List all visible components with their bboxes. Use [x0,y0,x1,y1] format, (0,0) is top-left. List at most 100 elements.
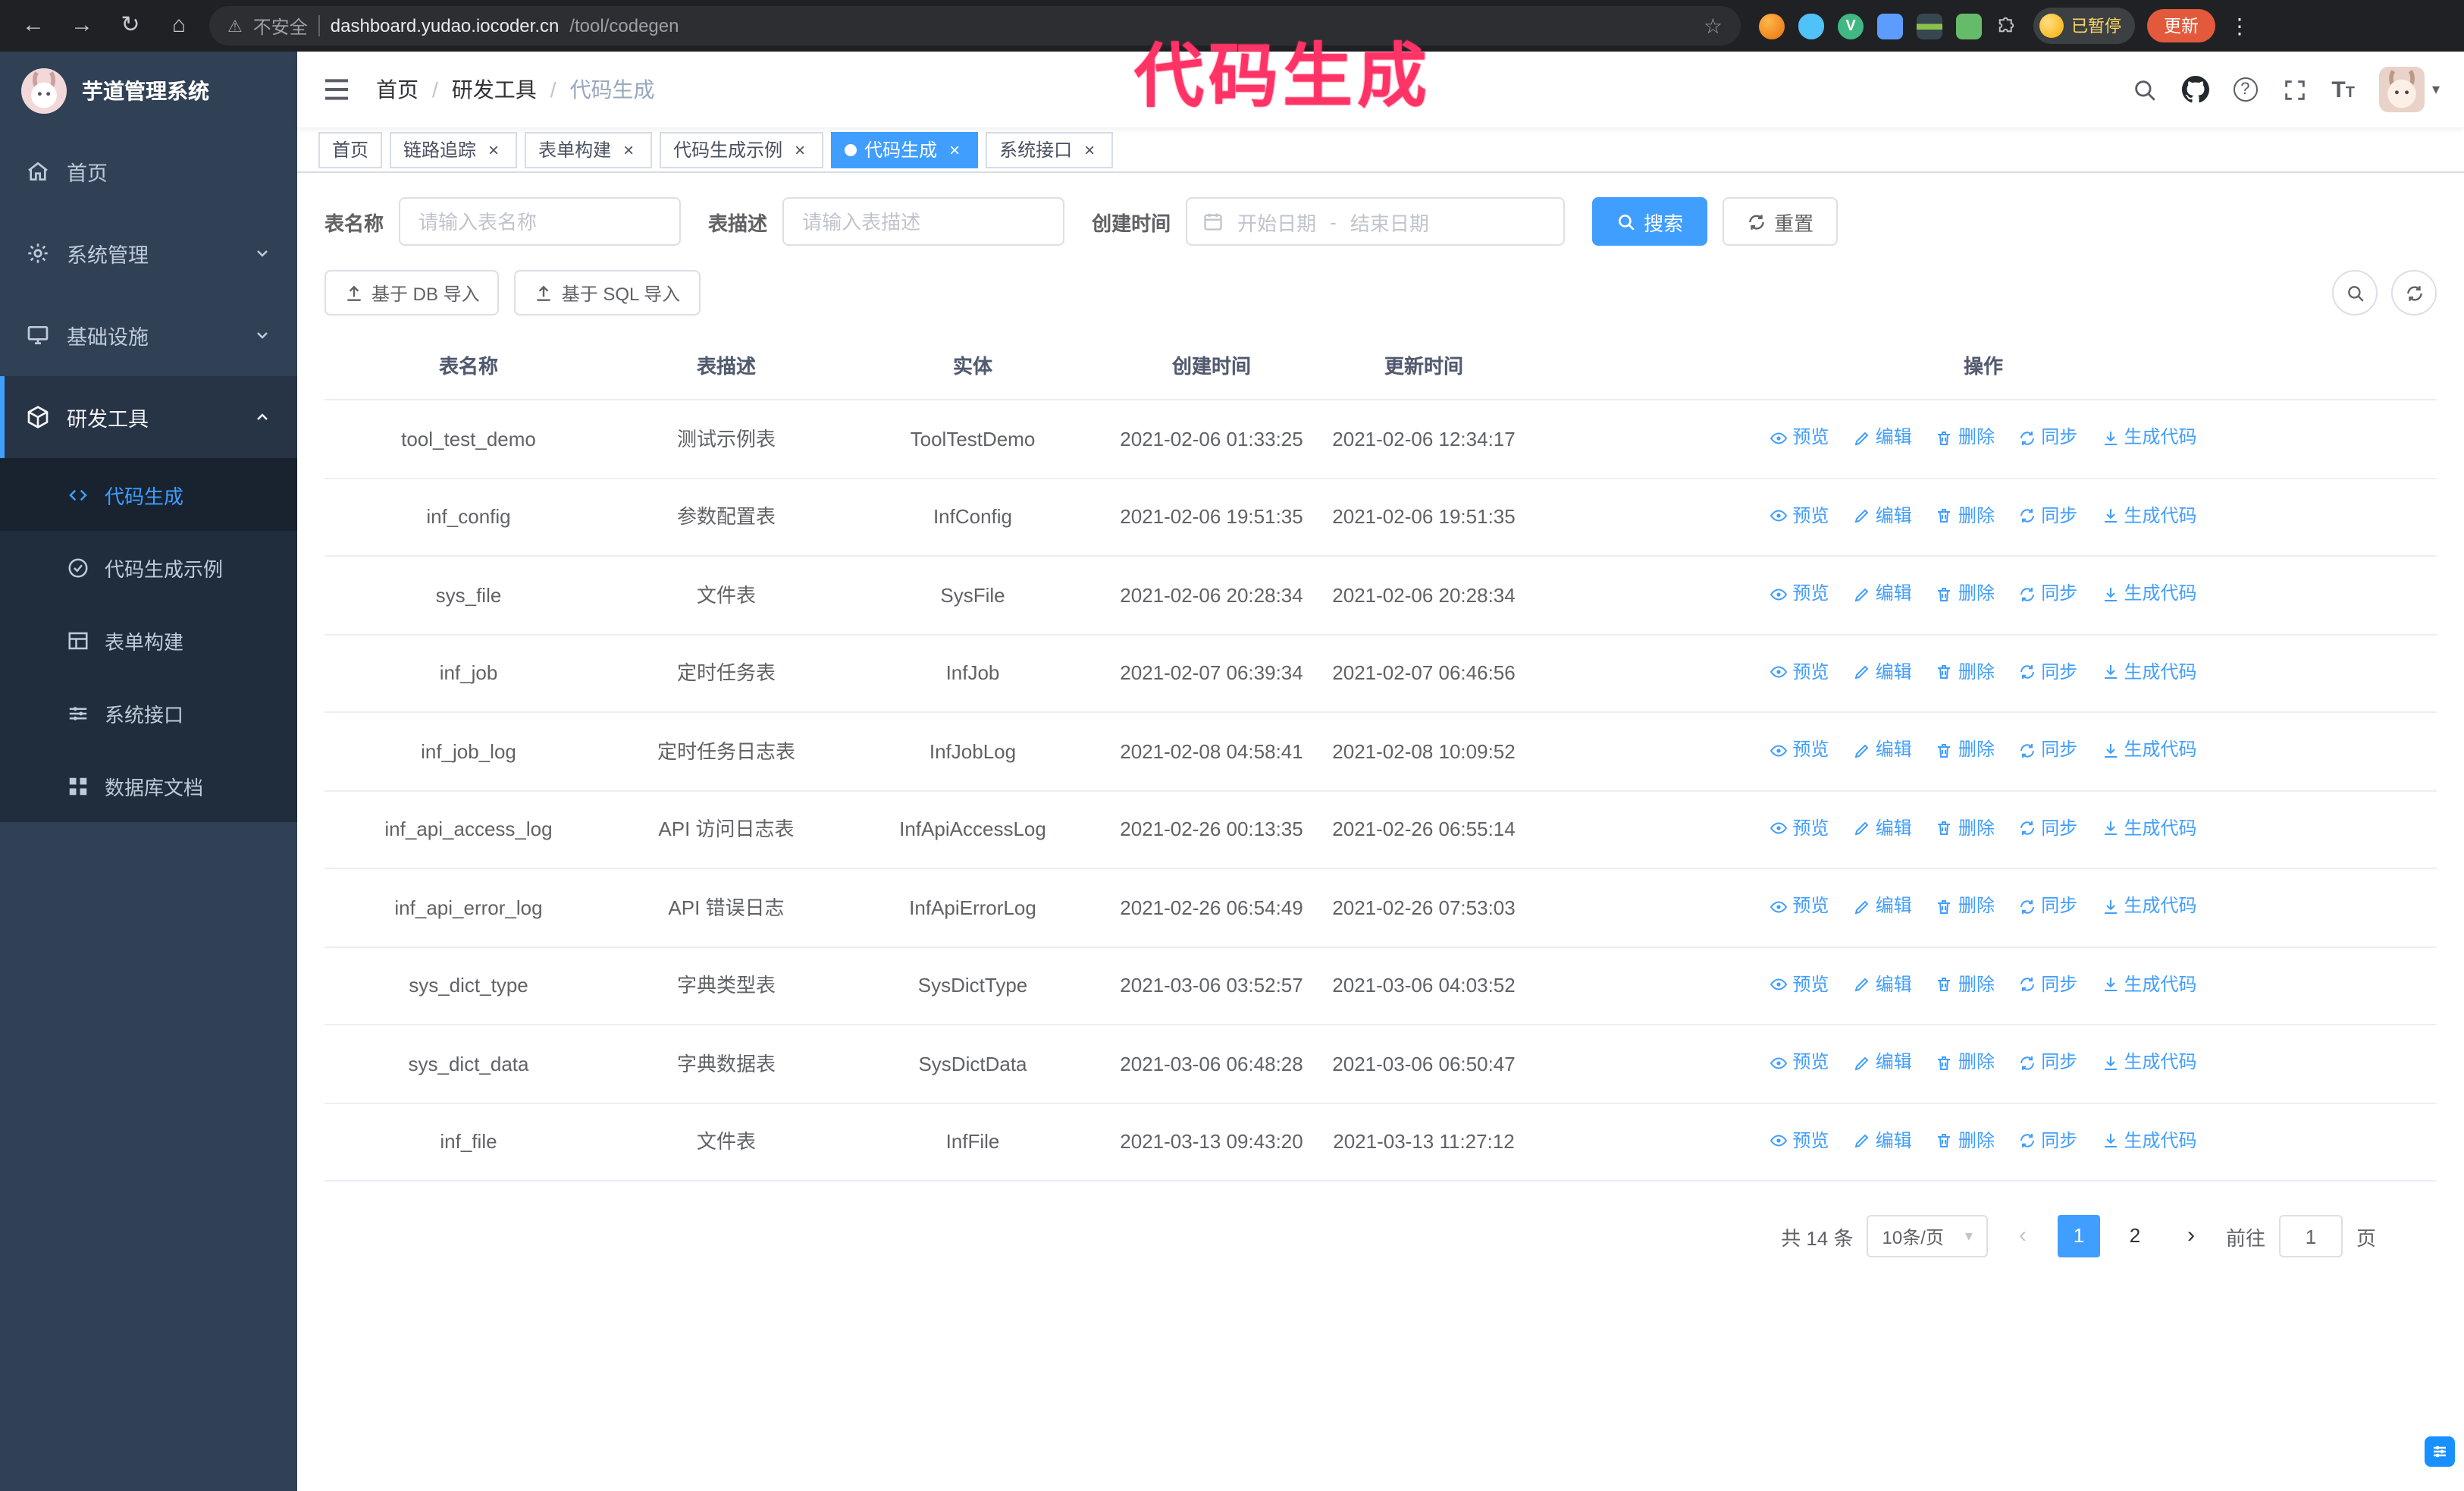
tab-codegen-example[interactable]: 代码生成示例 × [660,131,824,168]
goto-page-input[interactable] [2278,1215,2343,1257]
edit-link[interactable]: 编辑 [1853,812,1912,844]
tab-tracing[interactable]: 链路追踪 × [390,131,518,168]
sync-link[interactable]: 同步 [2018,656,2077,688]
generate-code-link[interactable]: 生成代码 [2102,1047,2197,1078]
generate-code-link[interactable]: 生成代码 [2102,1125,2197,1157]
sidebar-item-home[interactable]: 首页 [0,130,297,212]
delete-link[interactable]: 删除 [1936,812,1995,844]
page-size-select[interactable]: 10条/页 ▾ [1867,1215,1988,1257]
browser-reload-button[interactable]: ↻ [112,8,149,44]
browser-profile-chip[interactable]: 已暂停 [2033,8,2135,44]
delete-link[interactable]: 删除 [1936,734,1995,766]
tab-close-icon[interactable]: × [484,140,503,159]
sync-link[interactable]: 同步 [2018,1047,2077,1078]
search-icon[interactable] [2131,77,2157,102]
tab-home[interactable]: 首页 [318,131,383,168]
edit-link[interactable]: 编辑 [1853,1047,1912,1078]
edit-link[interactable]: 编辑 [1853,1125,1912,1157]
font-size-icon[interactable]: TT [2331,78,2355,101]
preview-link[interactable]: 预览 [1770,656,1829,688]
sidebar-item-db-doc[interactable]: 数据库文档 [0,749,297,822]
sync-link[interactable]: 同步 [2018,734,2077,766]
preview-link[interactable]: 预览 [1770,1125,1829,1157]
preview-link[interactable]: 预览 [1770,968,1829,1000]
user-avatar[interactable]: ▾ [2378,67,2440,112]
table-desc-input[interactable] [782,197,1065,246]
generate-code-link[interactable]: 生成代码 [2102,734,2197,766]
search-button[interactable]: 搜索 [1592,197,1708,246]
sync-link[interactable]: 同步 [2018,500,2077,532]
edit-link[interactable]: 编辑 [1853,500,1912,532]
sync-link[interactable]: 同步 [2018,812,2077,844]
edit-link[interactable]: 编辑 [1853,734,1912,766]
tab-close-icon[interactable]: × [790,140,810,159]
reset-button[interactable]: 重置 [1723,197,1839,246]
extension-icon-vue-devtools[interactable]: V [1838,13,1864,39]
breadcrumb-home[interactable]: 首页 [376,74,419,105]
page-button-1[interactable]: 1 [2057,1215,2100,1257]
sync-link[interactable]: 同步 [2018,578,2077,610]
tab-form-builder[interactable]: 表单构建 × [525,131,653,168]
import-db-button[interactable]: 基于 DB 导入 [324,270,500,315]
address-bar[interactable]: ⚠ 不安全 dashboard.yudao.iocoder.cn/tool/co… [209,6,1741,46]
edit-link[interactable]: 编辑 [1853,656,1912,688]
github-icon[interactable] [2181,76,2209,103]
prev-page-button[interactable]: ‹ [2001,1215,2044,1257]
next-page-button[interactable]: › [2169,1215,2212,1257]
page-button-2[interactable]: 2 [2113,1215,2156,1257]
edit-link[interactable]: 编辑 [1853,578,1912,610]
generate-code-link[interactable]: 生成代码 [2102,812,2197,844]
sidebar-item-codegen-example[interactable]: 代码生成示例 [0,531,297,604]
browser-menu-icon[interactable]: ⋮ [2227,13,2252,39]
generate-code-link[interactable]: 生成代码 [2102,578,2197,610]
browser-home-button[interactable]: ⌂ [161,8,197,44]
preview-link[interactable]: 预览 [1770,890,1829,922]
browser-forward-button[interactable]: → [64,8,100,44]
edit-link[interactable]: 编辑 [1853,422,1912,454]
generate-code-link[interactable]: 生成代码 [2102,500,2197,532]
sync-link[interactable]: 同步 [2018,422,2077,454]
sync-link[interactable]: 同步 [2018,968,2077,1000]
preview-link[interactable]: 预览 [1770,734,1829,766]
preview-link[interactable]: 预览 [1770,1047,1829,1078]
delete-link[interactable]: 删除 [1936,500,1995,532]
app-logo[interactable]: 芋道管理系统 [0,52,297,130]
delete-link[interactable]: 删除 [1936,1125,1995,1157]
floating-settings-button[interactable] [2425,1436,2455,1467]
browser-back-button[interactable]: ← [15,8,52,44]
preview-link[interactable]: 预览 [1770,812,1829,844]
extension-icon-stripes[interactable] [1917,13,1942,39]
edit-link[interactable]: 编辑 [1853,968,1912,1000]
tab-close-icon[interactable]: × [945,140,964,159]
browser-update-button[interactable]: 更新 [2147,9,2215,42]
generate-code-link[interactable]: 生成代码 [2102,890,2197,922]
breadcrumb-devtools[interactable]: 研发工具 [452,74,537,105]
generate-code-link[interactable]: 生成代码 [2102,422,2197,454]
sidebar-item-system-api[interactable]: 系统接口 [0,676,297,749]
fullscreen-icon[interactable] [2281,77,2307,102]
tab-close-icon[interactable]: × [619,140,638,159]
table-name-input[interactable] [399,197,682,246]
delete-link[interactable]: 删除 [1936,578,1995,610]
sidebar-item-codegen[interactable]: 代码生成 [0,458,297,531]
sidebar-item-form-builder[interactable]: 表单构建 [0,604,297,676]
sidebar-item-devtools[interactable]: 研发工具 [0,376,297,458]
sync-link[interactable]: 同步 [2018,890,2077,922]
tab-system-api[interactable]: 系统接口 × [986,131,1114,168]
toggle-search-button[interactable] [2332,270,2378,315]
extension-icon-users[interactable] [1877,13,1903,39]
import-sql-button[interactable]: 基于 SQL 导入 [514,270,701,315]
delete-link[interactable]: 删除 [1936,656,1995,688]
preview-link[interactable]: 预览 [1770,578,1829,610]
extension-icon-drop[interactable] [1798,13,1824,39]
create-time-range-picker[interactable]: 开始日期 - 结束日期 [1186,197,1566,246]
delete-link[interactable]: 删除 [1936,422,1995,454]
sidebar-toggle-icon[interactable] [321,74,352,105]
generate-code-link[interactable]: 生成代码 [2102,656,2197,688]
tab-codegen[interactable]: 代码生成 × [831,131,979,168]
edit-link[interactable]: 编辑 [1853,890,1912,922]
sidebar-item-system[interactable]: 系统管理 [0,212,297,294]
sidebar-item-infra[interactable]: 基础设施 [0,294,297,376]
preview-link[interactable]: 预览 [1770,422,1829,454]
delete-link[interactable]: 删除 [1936,968,1995,1000]
